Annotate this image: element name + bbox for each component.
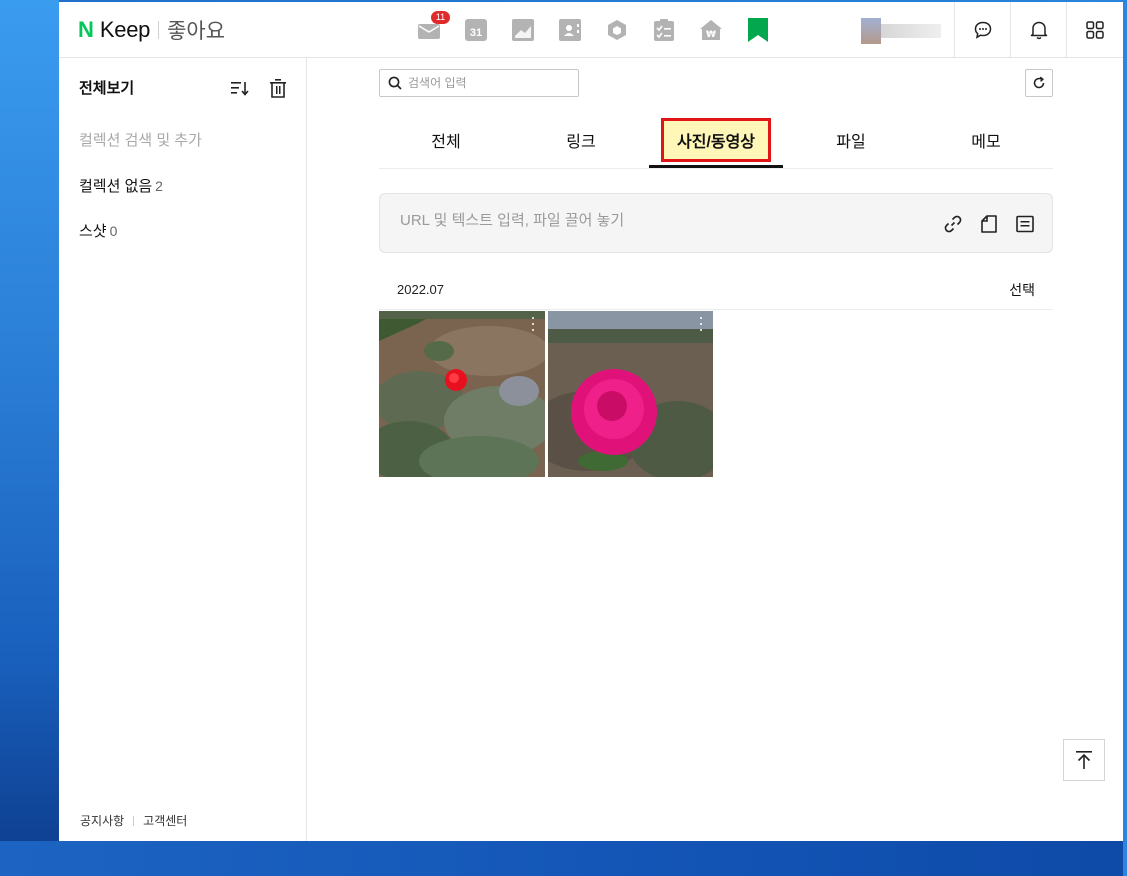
tab-files[interactable]: 파일 <box>784 112 918 168</box>
apps-button[interactable] <box>1066 2 1122 58</box>
mail-icon[interactable]: 11 <box>415 11 450 45</box>
sidebar-item-count: 2 <box>155 178 163 194</box>
calendar-icon[interactable]: 31 <box>462 15 490 45</box>
sidebar-footer: 공지사항 고객센터 <box>80 812 187 829</box>
tab-label: 사진/동영상 <box>660 117 772 162</box>
arrow-up-icon <box>1076 751 1092 769</box>
search-icon <box>388 76 402 90</box>
photo-thumbnail[interactable] <box>548 311 713 477</box>
calendar-date: 31 <box>465 19 487 41</box>
refresh-button[interactable] <box>1025 69 1053 97</box>
tab-all[interactable]: 전체 <box>379 112 513 168</box>
keep-window: N Keep 좋아요 11 31 ₩ 전체보기 컬렉션 검색 및 추가 컬렉션 … <box>59 2 1123 841</box>
avatar-image <box>861 18 881 44</box>
service-shortcuts: 11 31 ₩ <box>415 11 791 45</box>
date-group-header: 2022.07 선택 <box>379 272 1053 310</box>
search-input[interactable] <box>408 76 568 90</box>
bell-icon <box>1030 21 1047 40</box>
sort-icon[interactable] <box>229 77 251 99</box>
tab-label: 메모 <box>971 134 1001 151</box>
app-header: N Keep 좋아요 11 31 ₩ <box>59 2 1123 58</box>
tab-links[interactable]: 링크 <box>514 112 648 168</box>
contacts-icon[interactable] <box>556 15 584 45</box>
more-options-icon[interactable] <box>529 317 537 331</box>
link-icon[interactable] <box>942 213 964 235</box>
photo-icon[interactable] <box>509 15 537 45</box>
naver-logo-mark: N <box>78 17 94 42</box>
svg-text:₩: ₩ <box>706 30 716 40</box>
tab-label: 링크 <box>566 134 596 151</box>
chat-icon <box>974 21 991 39</box>
keep-bookmark-icon[interactable] <box>744 15 772 45</box>
sidebar: 전체보기 컬렉션 검색 및 추가 컬렉션 없음 2 스샷 0 공지사항 고객센터 <box>59 58 307 841</box>
footer-divider <box>133 815 135 826</box>
app-logo[interactable]: N Keep 좋아요 <box>78 17 226 43</box>
collection-search-add[interactable]: 컬렉션 검색 및 추가 <box>79 129 202 150</box>
chat-button[interactable] <box>954 2 1010 58</box>
select-button[interactable]: 선택 <box>1009 280 1035 300</box>
sidebar-item-screenshot[interactable]: 스샷 0 <box>79 220 117 241</box>
tab-label: 전체 <box>431 134 461 151</box>
add-content-bar <box>379 193 1053 253</box>
mail-badge: 11 <box>431 11 450 24</box>
desktop-taskbar-area <box>0 841 1127 876</box>
app-name: Keep <box>99 17 151 42</box>
content-tabs: 전체 링크 사진/동영상 파일 메모 <box>379 112 1053 169</box>
sidebar-item-no-collection[interactable]: 컬렉션 없음 2 <box>79 175 163 196</box>
sidebar-item-count: 0 <box>109 223 118 239</box>
profile-avatar[interactable] <box>861 18 941 44</box>
memo-icon[interactable] <box>1014 213 1036 235</box>
notification-button[interactable] <box>1010 2 1066 58</box>
tab-photos-videos[interactable]: 사진/동영상 <box>649 112 783 168</box>
home-pay-icon[interactable]: ₩ <box>697 15 725 45</box>
notice-link[interactable]: 공지사항 <box>80 812 124 829</box>
tab-memos[interactable]: 메모 <box>919 112 1053 168</box>
grid-icon <box>1085 21 1104 39</box>
todo-icon[interactable] <box>650 15 678 45</box>
desktop-background <box>0 0 59 876</box>
search-box[interactable] <box>379 69 579 97</box>
collection-title: 좋아요 <box>167 20 226 43</box>
view-all-title[interactable]: 전체보기 <box>79 77 134 98</box>
file-icon[interactable] <box>978 213 1000 235</box>
scroll-to-top-button[interactable] <box>1063 739 1105 781</box>
sidebar-item-label: 컬렉션 없음 <box>79 178 153 195</box>
date-label: 2022.07 <box>397 282 444 297</box>
more-options-icon[interactable] <box>697 317 705 331</box>
photo-thumbnail[interactable] <box>379 311 545 477</box>
box-icon[interactable] <box>603 15 631 45</box>
blurred-username <box>881 24 941 38</box>
logo-divider <box>158 21 160 39</box>
refresh-icon <box>1033 76 1045 89</box>
desktop-edge <box>1123 0 1127 876</box>
sidebar-item-label: 스샷 <box>79 223 107 240</box>
tab-label: 파일 <box>836 134 866 151</box>
url-text-input[interactable] <box>400 212 920 229</box>
trash-icon[interactable] <box>267 77 289 99</box>
help-center-link[interactable]: 고객센터 <box>143 812 187 829</box>
